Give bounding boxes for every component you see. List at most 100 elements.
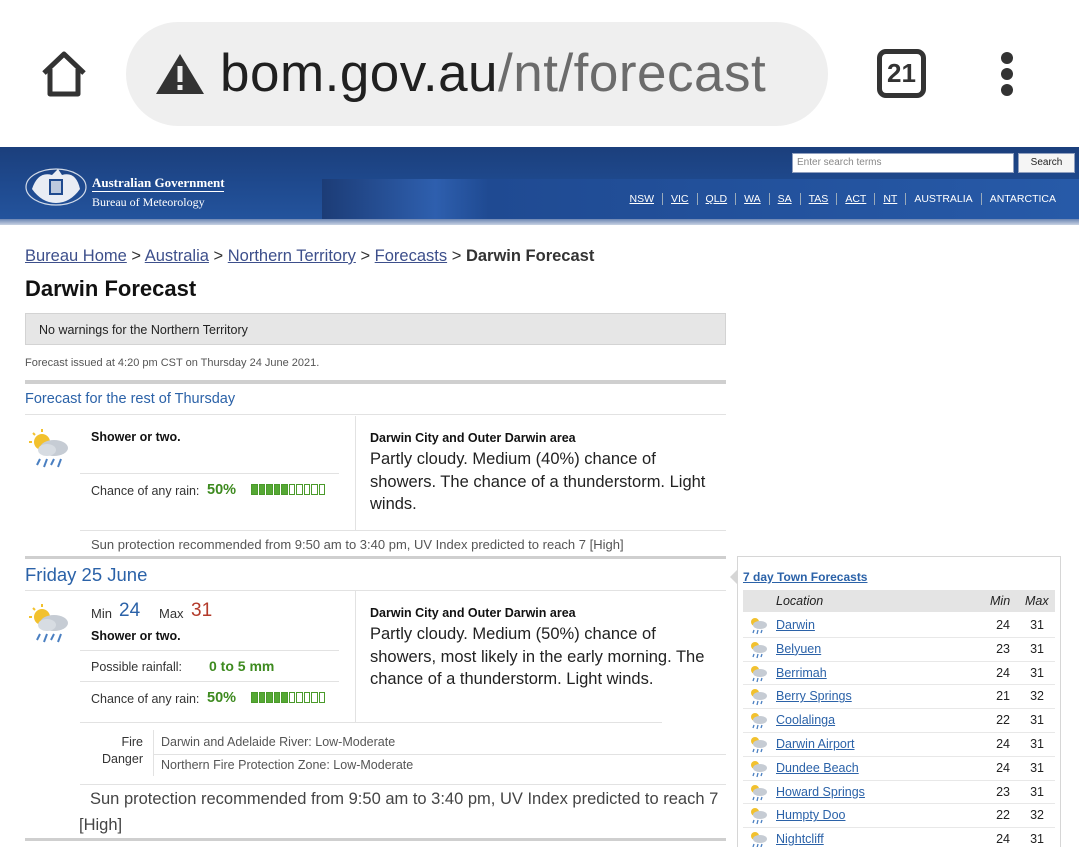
min-temp: 24 [119,600,141,621]
table-row: Dundee Beach 24 31 [743,757,1055,781]
town-link[interactable]: Belyuen [776,642,821,656]
crumb-sep: > [360,247,371,265]
meter-cell [303,484,310,495]
town-forecasts-title[interactable]: 7 day Town Forecasts [743,570,867,584]
crumb-current: Darwin Forecast [465,247,595,265]
rain-chance-meter [251,692,325,703]
crumb-northern-territory[interactable]: Northern Territory [228,247,356,265]
breadcrumb: Bureau Home > Australia > Northern Terri… [25,247,594,266]
town-min: 21 [996,689,1010,704]
meter-cell [303,692,310,703]
meter-cell [266,692,273,703]
uv-note: Sun protection recommended from 9:50 am … [79,790,719,834]
divider [153,730,154,776]
meter-cell [288,692,295,703]
town-max: 31 [1030,641,1044,656]
page-title: Darwin Forecast [25,276,197,301]
meter-cell [318,484,325,495]
town-max: 32 [1030,808,1044,823]
search-button[interactable]: Search [1018,153,1075,173]
town-max: 31 [1030,737,1044,751]
town-link[interactable]: Coolalinga [776,713,835,727]
meter-cell [288,484,295,495]
town-link[interactable]: Berry Springs [776,689,852,703]
meter-cell [251,484,258,495]
warning-icon[interactable] [154,52,206,96]
town-link[interactable]: Berrimah [776,666,827,680]
town-link[interactable]: Humpty Doo [776,808,845,822]
table-row: Darwin Airport 24 31 [743,733,1055,757]
nav-tas[interactable]: TAS [799,193,837,205]
town-min: 24 [996,737,1010,751]
nav-qld[interactable]: QLD [696,193,736,205]
search-input[interactable]: Enter search terms [792,153,1014,173]
bureau-name: Bureau of Meteorology [92,195,205,209]
overflow-menu-icon[interactable] [995,52,1019,96]
home-icon[interactable] [38,48,90,100]
town-link[interactable]: Darwin [776,618,815,632]
showers-icon [748,710,768,730]
max-label: Max [159,606,184,621]
nav-about[interactable]: ABOUT [615,9,665,21]
town-max: 32 [1030,689,1044,704]
today-summary: Shower or two. [91,430,181,444]
col-max: Max [1025,594,1049,608]
area-heading: Darwin City and Outer Darwin area [370,431,576,445]
section-divider [25,556,726,559]
nav-sa[interactable]: SA [768,193,800,205]
warnings-bar: No warnings for the Northern Territory [25,313,726,345]
nav-nt[interactable]: NT [874,193,906,205]
meter-cell [296,692,303,703]
state-nav: NSW VIC QLD WA SA TAS ACT NT AUSTRALIA ANTARCTICA [622,193,1064,205]
issued-time: Forecast issued at 4:20 pm CST on Thursd… [25,357,320,369]
showers-icon [29,429,68,468]
nav-home[interactable]: HOME [572,9,616,21]
max-temp: 31 [191,600,213,621]
town-link[interactable]: Howard Springs [776,785,865,799]
meter-cell [296,484,303,495]
address-bar[interactable]: bom.gov.au/nt/forecast [126,22,828,126]
divider [355,416,356,530]
crumb-bureau-home[interactable]: Bureau Home [25,247,127,265]
town-max: 31 [1030,760,1044,775]
table-header: Location Min Max [743,590,1055,612]
nav-contacts[interactable]: CONTACTS [711,9,781,21]
header-shadow [0,219,1079,225]
nav-media[interactable]: MEDIA [664,9,712,21]
nav-vic[interactable]: VIC [662,193,697,205]
table-row: Howard Springs 23 31 [743,781,1055,805]
table-row: Berrimah 24 31 [743,662,1055,686]
url-text[interactable]: bom.gov.au/nt/forecast [220,42,766,106]
town-min: 24 [996,832,1010,847]
crumb-sep: > [213,247,224,265]
fire-danger-label: Fire Danger [86,734,143,768]
section-divider [25,380,726,384]
town-max: 31 [1030,713,1044,728]
crumb-australia[interactable]: Australia [145,247,209,265]
town-link[interactable]: Nightcliff [776,832,824,846]
area-heading: Darwin City and Outer Darwin area [370,606,576,620]
nav-nsw[interactable]: NSW [622,193,663,205]
tab-count-button[interactable]: 21 [877,49,926,98]
town-max: 31 [1030,784,1044,799]
table-row: Darwin 24 31 [743,614,1055,638]
meter-cell [273,484,280,495]
showers-icon [748,782,768,802]
top-nav: HOME ABOUT MEDIA CONTACTS [572,9,781,21]
nav-australia[interactable]: AUSTRALIA [905,193,981,205]
col-location: Location [776,594,824,608]
table-row: Berry Springs 21 32 [743,685,1055,710]
col-min: Min [990,594,1011,608]
showers-icon [748,663,768,683]
divider [25,414,726,415]
nav-antarctica[interactable]: ANTARCTICA [980,193,1064,205]
nav-wa[interactable]: WA [735,193,769,205]
nav-act[interactable]: ACT [836,193,875,205]
town-link[interactable]: Dundee Beach [776,761,859,775]
rain-chance-value: 50% [207,482,237,498]
crumb-forecasts[interactable]: Forecasts [375,247,447,265]
min-label: Min [91,606,112,621]
showers-icon [748,758,768,778]
town-link[interactable]: Darwin Airport [776,737,855,751]
town-min: 24 [996,665,1010,680]
